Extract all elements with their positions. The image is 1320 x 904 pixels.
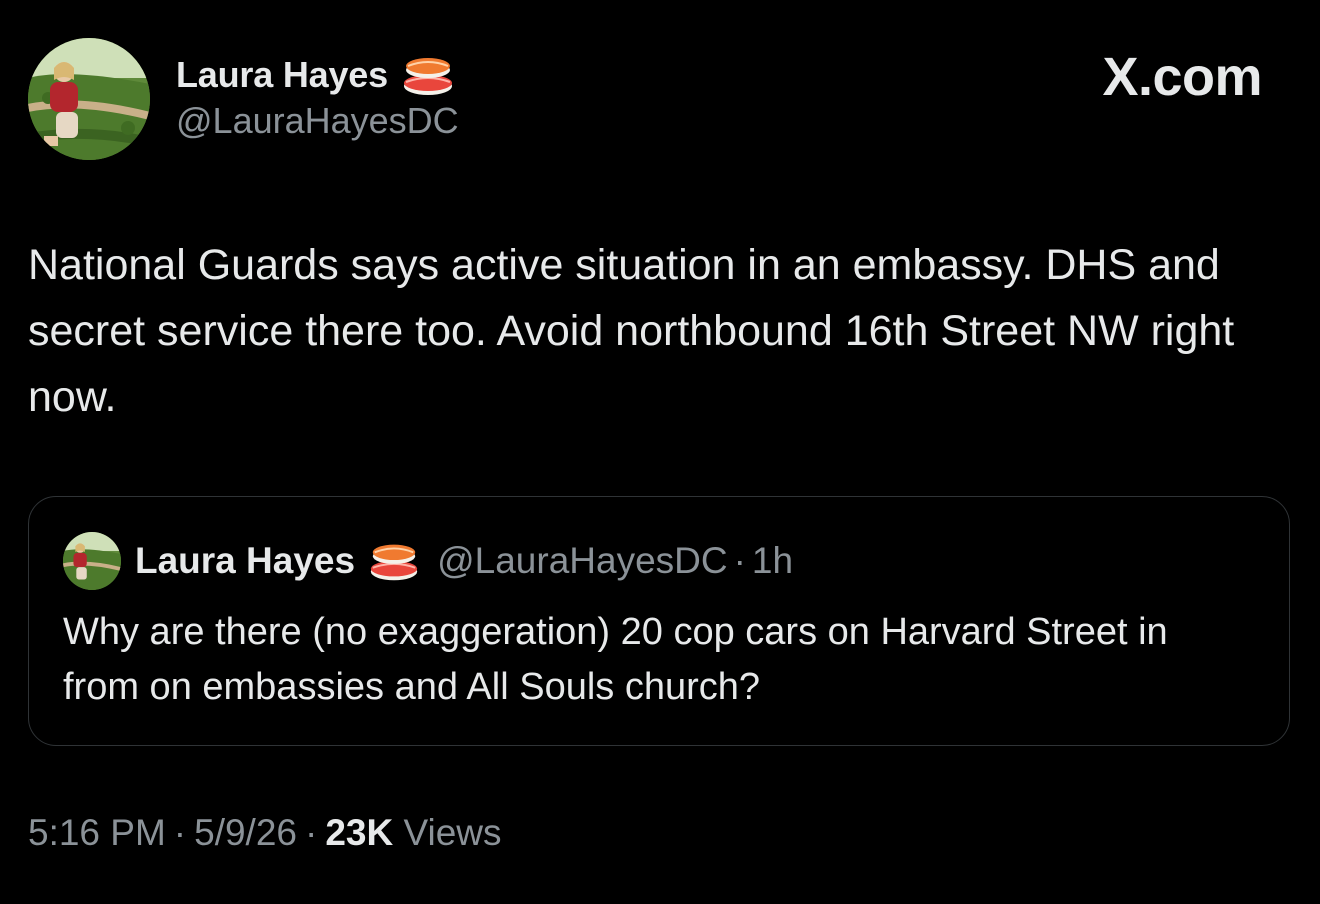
tweet-body: National Guards says active situation in… <box>28 241 1235 421</box>
quoted-tweet-body: Why are there (no exaggeration) 20 cop c… <box>63 611 1168 708</box>
quoted-tweet-card[interactable]: Laura Hayes @LauraHayesDC · 1h Why are t… <box>28 496 1290 746</box>
meta-separator: · <box>305 812 318 853</box>
author-avatar[interactable] <box>28 38 150 160</box>
tweet-date[interactable]: 5/9/26 <box>194 812 297 853</box>
quoted-author-handle[interactable]: @LauraHayesDC <box>437 540 728 582</box>
brand-logo: X.com <box>1102 47 1262 107</box>
quoted-author-display-name[interactable]: Laura Hayes <box>135 540 355 582</box>
quoted-separator: · <box>733 540 746 581</box>
sushi-icon <box>400 52 456 98</box>
author-block: Laura Hayes @LauraHayesDC <box>176 52 459 142</box>
quoted-author-avatar[interactable] <box>63 532 121 590</box>
quoted-tweet-header: Laura Hayes @LauraHayesDC · 1h <box>63 532 793 590</box>
views-label: Views <box>403 812 502 853</box>
tweet-header: Laura Hayes @LauraHayesDC X.com <box>28 38 1292 162</box>
meta-separator: · <box>173 812 187 853</box>
tweet-time[interactable]: 5:16 PM <box>28 812 166 853</box>
author-display-name[interactable]: Laura Hayes <box>176 54 388 96</box>
author-handle[interactable]: @LauraHayesDC <box>176 100 459 142</box>
name-row: Laura Hayes <box>176 52 459 98</box>
views-count[interactable]: 23K <box>325 812 393 853</box>
sushi-icon <box>367 538 421 584</box>
quoted-timestamp[interactable]: 1h <box>752 540 793 582</box>
tweet-meta: 5:16 PM · 5/9/26 · 23K Views <box>28 812 502 854</box>
